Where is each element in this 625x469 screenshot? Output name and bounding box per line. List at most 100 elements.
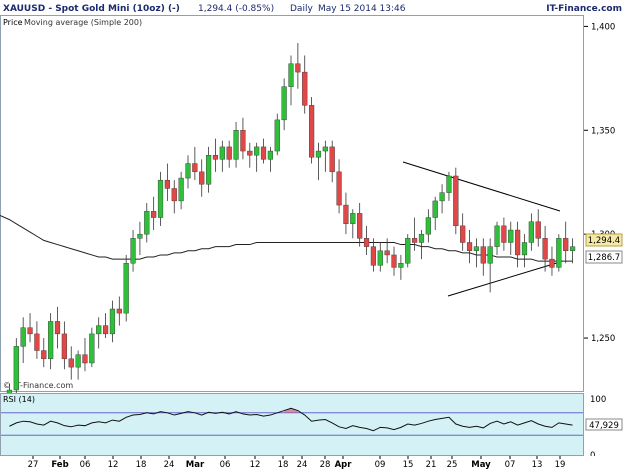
candle-body (432, 200, 438, 218)
indicator-label: Moving average (Simple 200) (24, 18, 142, 27)
ma-value-text: 1,286.7 (588, 253, 620, 263)
x-tick-label: 28 (320, 460, 331, 469)
candle-body (144, 211, 150, 235)
candle-body (343, 204, 349, 224)
candle-body (226, 146, 232, 160)
candle-body (171, 188, 177, 202)
candle-body (267, 150, 274, 160)
candle-body (398, 263, 404, 268)
candle-body (157, 179, 164, 218)
x-tick-label: 27 (28, 460, 39, 469)
x-tick-label: 18 (278, 460, 289, 469)
candle-body (508, 229, 514, 243)
candle-body (466, 242, 473, 251)
candle-body (418, 233, 425, 243)
candle-body (20, 327, 26, 347)
candle-body (329, 146, 335, 173)
candle-body (54, 321, 61, 335)
candle-body (109, 308, 116, 335)
candle-body (68, 358, 74, 368)
x-tick-label: 24 (297, 460, 308, 469)
candle-body (164, 179, 170, 189)
price-tick-label: 1,350 (591, 126, 615, 136)
x-tick-label: 19 (555, 460, 566, 469)
x-tick-label: 18 (136, 460, 147, 469)
candle-body (542, 238, 548, 260)
candle-body (102, 325, 109, 335)
candle-body (453, 175, 459, 227)
rsi-value-tag: 47,929 (585, 418, 623, 431)
x-tick-label: 15 (403, 460, 414, 469)
rsi-axis-100: 100 (590, 395, 606, 405)
candle-body (494, 225, 500, 247)
candle-body (82, 354, 88, 364)
header-quote: 1,294.4 (-0.85%) (198, 4, 274, 14)
x-tick-label: 12 (108, 460, 119, 469)
candle-body (363, 238, 370, 247)
candle-body (528, 221, 534, 243)
x-tick-label: Feb (51, 460, 68, 469)
candle-body (205, 155, 212, 185)
candle-body (137, 233, 143, 239)
candle-body (219, 146, 225, 160)
candle-body (302, 71, 308, 106)
header-timestamp: May 15 2014 13:46 (318, 4, 406, 14)
candle-body (487, 246, 493, 264)
header-brand: IT-Finance.com (546, 4, 622, 14)
candle-body (535, 221, 541, 239)
candle-body (357, 213, 363, 239)
candle-body (116, 308, 122, 314)
candle-body (178, 177, 184, 202)
candle-body (123, 263, 129, 314)
candle (274, 113, 280, 156)
candle-body (41, 350, 47, 360)
candle-body (247, 150, 253, 156)
x-tick-label: 09 (375, 460, 386, 469)
chart-root: XAUUSD - Spot Gold Mini (10oz) (-) 1,294… (0, 0, 625, 469)
x-tick-label: 13 (532, 460, 543, 469)
candle-body (192, 163, 198, 173)
candle-body (48, 321, 54, 360)
candle-body (240, 130, 246, 152)
price-tick-label: 1,400 (591, 22, 615, 32)
candle-body (27, 327, 33, 335)
candle-body (34, 333, 40, 351)
candle-body (446, 175, 452, 193)
candle-body (315, 150, 322, 158)
candle-body (480, 246, 486, 264)
candle-body (515, 229, 521, 256)
candle-body (473, 246, 480, 251)
price-label: Price (3, 18, 23, 27)
candle-body (556, 238, 562, 268)
candle-body (377, 250, 383, 266)
rsi-value-text: 47,929 (589, 421, 619, 431)
x-tick-label: 25 (447, 460, 458, 469)
candle-body (13, 346, 19, 391)
candle-body (549, 258, 555, 268)
candle-body (425, 217, 431, 235)
candle-body (151, 211, 157, 218)
candle-body (460, 225, 466, 243)
candle-body (260, 146, 267, 160)
candle-body (254, 146, 260, 156)
candle-body (350, 213, 356, 224)
price-tick-label: 1,250 (591, 334, 615, 344)
x-tick-label: 12 (250, 460, 261, 469)
x-tick-label: 07 (505, 460, 516, 469)
candle-body (295, 63, 301, 73)
candle-body (233, 130, 239, 160)
candle-body (439, 192, 445, 202)
candle-body (501, 225, 507, 243)
last-price-tag: 1,294.4 (585, 233, 623, 247)
x-tick-label: Mar (186, 460, 205, 469)
x-tick-label: 06 (220, 460, 231, 469)
candle-body (288, 63, 294, 87)
watermark: © IT-Finance.com (3, 381, 73, 390)
candle-body (199, 171, 205, 185)
candle-body (96, 325, 102, 335)
header-symbol: XAUUSD - Spot Gold Mini (10oz) (-) (3, 4, 180, 14)
candle-body (281, 86, 287, 121)
candle-body (336, 171, 342, 206)
candle-body (405, 238, 411, 264)
candle-body (130, 238, 136, 264)
